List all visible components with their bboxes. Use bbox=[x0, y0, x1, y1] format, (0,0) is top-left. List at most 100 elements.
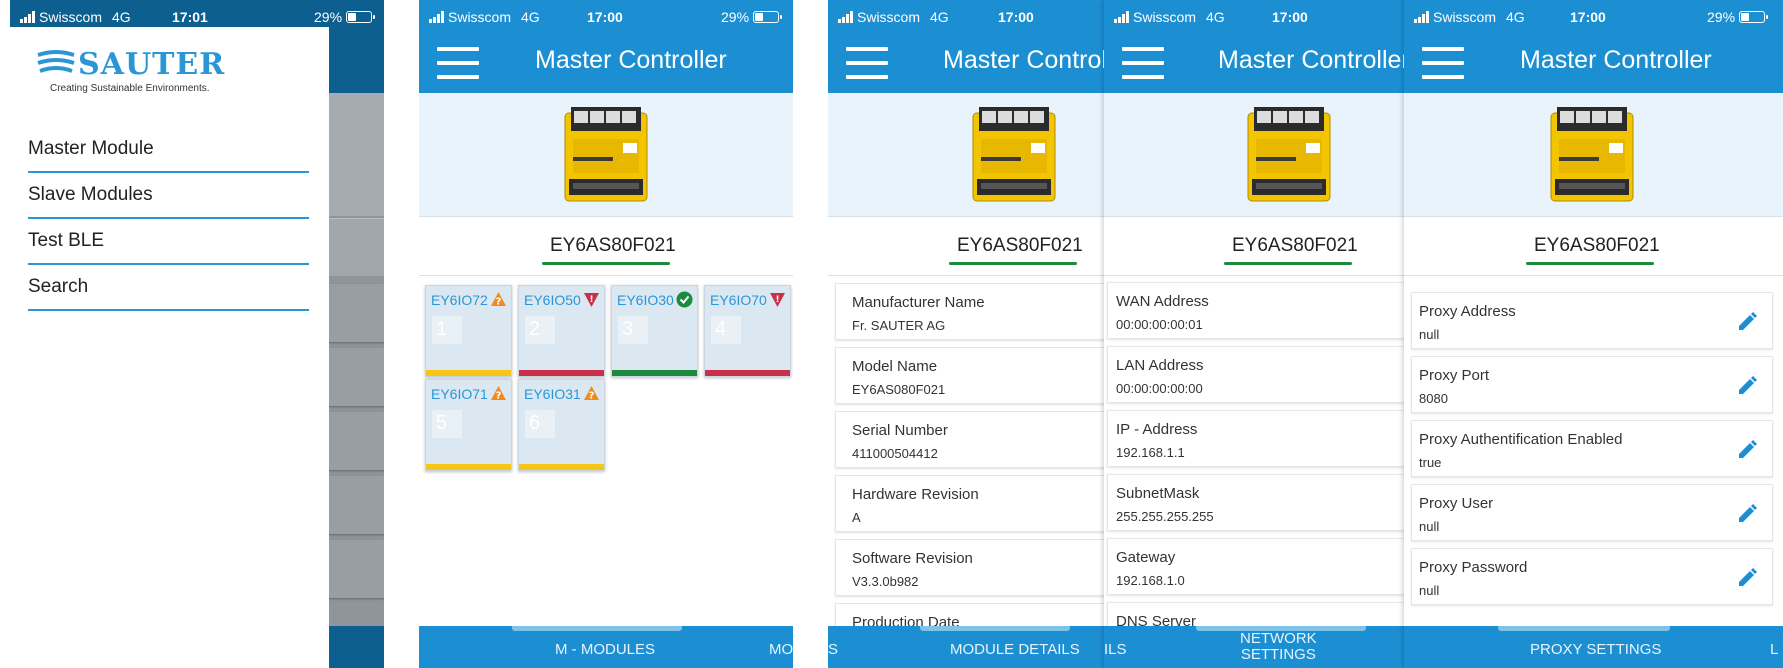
module-tile[interactable]: EY6IO70 ! 4 bbox=[704, 285, 791, 377]
signal-icon bbox=[1414, 10, 1429, 23]
battery: 29% bbox=[314, 9, 376, 25]
dimmed-card bbox=[322, 540, 384, 598]
hamburger-menu-icon[interactable] bbox=[437, 47, 479, 79]
proxy-label: Proxy Port bbox=[1419, 367, 1490, 384]
svg-text:!: ! bbox=[589, 295, 593, 305]
proxy-value: null bbox=[1419, 327, 1440, 342]
warning-icon: ? bbox=[491, 292, 506, 308]
check-icon bbox=[676, 291, 693, 308]
edit-pencil-icon[interactable] bbox=[1736, 503, 1758, 525]
tab-indicator bbox=[1498, 626, 1670, 631]
tab-network-settings[interactable]: NETWORK SETTINGS bbox=[1240, 631, 1317, 663]
bottom-tab-bar: ILS NETWORK SETTINGS bbox=[1104, 626, 1404, 668]
tab-indicator bbox=[512, 626, 682, 631]
hamburger-menu-icon[interactable] bbox=[1122, 47, 1164, 79]
network-value: 00:00:00:00:01 bbox=[1116, 317, 1203, 332]
proxy-label: Proxy Authentification Enabled bbox=[1419, 431, 1623, 448]
module-name: EY6IO31 bbox=[524, 386, 581, 402]
network-row-lan: LAN Address 00:00:00:00:00 bbox=[1107, 346, 1404, 403]
module-tile[interactable]: EY6IO30 3 bbox=[611, 285, 698, 377]
phone-screen-modules: Swisscom 4G 17:00 29% Master Controller … bbox=[419, 0, 793, 668]
menu-item-test-ble[interactable]: Test BLE bbox=[28, 230, 309, 265]
module-tile[interactable]: EY6IO50 ! 2 bbox=[518, 285, 605, 377]
edit-pencil-icon[interactable] bbox=[1736, 567, 1758, 589]
device-id-underline bbox=[949, 262, 1077, 265]
network-label: 4G bbox=[930, 8, 949, 25]
module-tile[interactable]: EY6IO31 ? 6 bbox=[518, 379, 605, 471]
hamburger-menu-icon[interactable] bbox=[846, 47, 888, 79]
detail-label: Hardware Revision bbox=[852, 486, 979, 503]
tab-prev-partial[interactable]: ILS bbox=[1104, 642, 1127, 658]
menu-item-search[interactable]: Search bbox=[28, 276, 309, 311]
network-label: SubnetMask bbox=[1116, 485, 1200, 502]
clock: 17:00 bbox=[587, 8, 623, 25]
module-name: EY6IO72 bbox=[431, 292, 488, 308]
module-number: 5 bbox=[432, 410, 462, 438]
phone-screen-network-settings: Swisscom 4G 17:00 Master Controller EY6A… bbox=[1104, 0, 1404, 668]
battery-percent: 29% bbox=[721, 8, 750, 25]
page-title: Master Controller bbox=[535, 46, 727, 74]
svg-text:?: ? bbox=[496, 391, 502, 402]
proxy-label: Proxy Address bbox=[1419, 303, 1516, 320]
network-value: 192.168.1.0 bbox=[1116, 573, 1185, 588]
device-id: EY6AS80F021 bbox=[957, 235, 1083, 256]
battery-icon bbox=[1739, 10, 1769, 23]
network-row-wan: WAN Address 00:00:00:00:01 bbox=[1107, 282, 1404, 339]
device-id-box: EY6AS80F021 bbox=[1404, 216, 1783, 276]
status-bar: Swisscom 4G 17:00 bbox=[828, 0, 1104, 33]
detail-label: Model Name bbox=[852, 358, 938, 375]
module-status-bar bbox=[612, 370, 697, 376]
device-id-underline bbox=[542, 262, 670, 265]
module-status-bar bbox=[519, 464, 604, 470]
device-hero bbox=[419, 93, 793, 216]
module-tile[interactable]: EY6IO72 ? 1 bbox=[425, 285, 512, 377]
tab-next-partial[interactable]: MO bbox=[769, 642, 793, 658]
module-number: 2 bbox=[525, 316, 555, 344]
menu-item-slave-modules[interactable]: Slave Modules bbox=[28, 184, 309, 219]
status-bar: Swisscom 4G 17:00 29% bbox=[1404, 0, 1783, 33]
tab-proxy-settings[interactable]: PROXY SETTINGS bbox=[1530, 642, 1661, 658]
device-hero bbox=[1104, 93, 1404, 216]
proxy-label: Proxy User bbox=[1419, 495, 1494, 512]
edit-pencil-icon[interactable] bbox=[1736, 375, 1758, 397]
hamburger-menu-icon[interactable] bbox=[1422, 47, 1464, 79]
detail-value: V3.3.0b982 bbox=[852, 574, 919, 589]
svg-text:?: ? bbox=[589, 391, 595, 402]
menu-item-master-module[interactable]: Master Module bbox=[28, 138, 309, 173]
edit-pencil-icon[interactable] bbox=[1736, 439, 1758, 461]
warning-icon: ? bbox=[491, 386, 506, 402]
module-status-bar bbox=[426, 464, 511, 470]
detail-value: EY6AS080F021 bbox=[852, 382, 946, 397]
tab-module-details[interactable]: MODULE DETAILS bbox=[950, 642, 1080, 658]
tab-prev-partial[interactable]: S bbox=[828, 642, 838, 658]
menu-item-label: Search bbox=[28, 276, 89, 297]
dimmed-card bbox=[322, 412, 384, 470]
detail-label: Software Revision bbox=[852, 550, 973, 567]
network-value: 00:00:00:00:00 bbox=[1116, 381, 1203, 396]
menu-item-label: Slave Modules bbox=[28, 184, 153, 205]
network-label: 4G bbox=[112, 8, 131, 25]
detail-row-hardware: Hardware Revision A bbox=[835, 475, 1104, 532]
tab-m-modules[interactable]: M - MODULES bbox=[555, 642, 655, 658]
detail-row-manufacturer: Manufacturer Name Fr. SAUTER AG bbox=[835, 283, 1104, 340]
proxy-value: true bbox=[1419, 455, 1442, 470]
proxy-row-port: Proxy Port 8080 bbox=[1411, 356, 1773, 413]
signal-icon bbox=[838, 10, 853, 23]
carrier-label: Swisscom bbox=[1133, 8, 1197, 25]
module-tile[interactable]: EY6IO71 ? 5 bbox=[425, 379, 512, 471]
tab-next-partial[interactable]: L bbox=[1770, 642, 1778, 658]
phone-screen-proxy-settings: Swisscom 4G 17:00 29% Master Controller … bbox=[1404, 0, 1783, 668]
sauter-logo: SAUTER Creating Sustainable Environments… bbox=[36, 47, 236, 99]
module-status-bar bbox=[426, 370, 511, 376]
bottom-tab-bar: M - MODULES MO bbox=[419, 626, 793, 668]
module-status-bar bbox=[519, 370, 604, 376]
network-value: 192.168.1.1 bbox=[1116, 445, 1185, 460]
module-name: EY6IO30 bbox=[617, 292, 674, 308]
tab-label-line2: SETTINGS bbox=[1240, 646, 1316, 663]
app-bar: Master Controller bbox=[1404, 33, 1783, 93]
device-id-box: EY6AS80F021 bbox=[419, 216, 793, 276]
edit-pencil-icon[interactable] bbox=[1736, 311, 1758, 333]
app-bar: Master Controller bbox=[419, 33, 793, 93]
phone-screen-drawer: Swisscom 4G 17:01 29% SAUTER Creating Su… bbox=[10, 0, 384, 668]
network-label: 4G bbox=[1206, 8, 1225, 25]
